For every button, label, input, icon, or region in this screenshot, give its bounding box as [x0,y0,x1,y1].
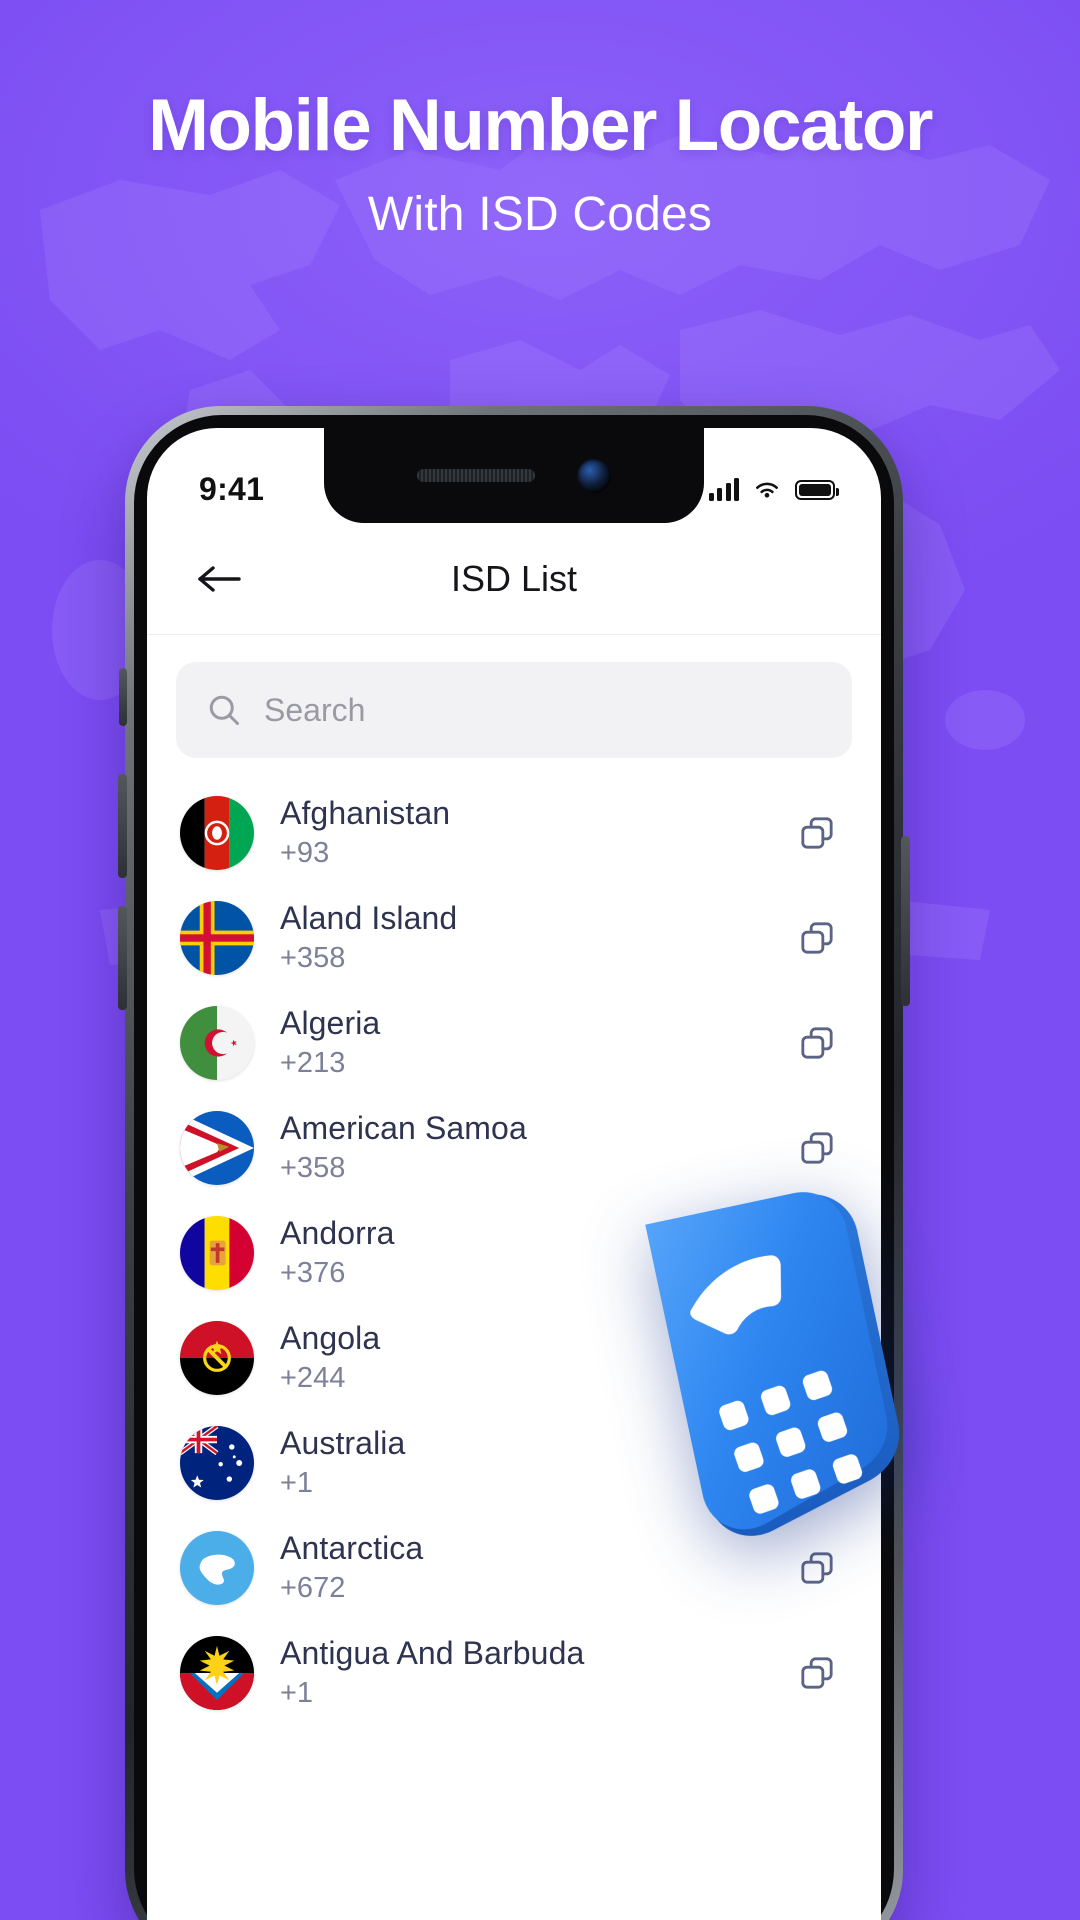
country-row-text: Aland Island +358 [280,900,795,975]
country-row-text: Australia +1 [280,1425,795,1500]
country-dial-code: +213 [280,1047,346,1079]
country-dial-code: +93 [280,837,330,869]
copy-icon [801,1026,833,1059]
country-row-text: Antigua And Barbuda +1 [280,1635,795,1710]
country-dial-code: +1 [280,1467,314,1499]
country-dial-code: +1 [280,1677,314,1709]
country-name: Aland Island [280,900,458,936]
phone-notch [324,428,704,523]
app-navigation-bar: ISD List [147,523,881,635]
copy-code-button[interactable] [795,1021,839,1065]
hero-text-block: Mobile Number Locator With ISD Codes [0,85,1080,242]
country-name: Andorra [280,1215,395,1251]
copy-icon [801,1341,833,1374]
battery-icon [795,479,839,500]
antigua-flag-icon [180,1635,254,1710]
arrow-left-icon [198,565,241,592]
australia-flag-icon [180,1425,254,1500]
phone-volume-up-button[interactable] [118,774,127,878]
country-name: American Samoa [280,1110,527,1146]
phone-volume-down-button[interactable] [118,906,127,1010]
copy-icon [801,921,833,954]
country-row-aland[interactable]: Aland Island +358 [147,885,881,990]
cellular-signal-icon [708,477,739,501]
back-button[interactable] [183,543,255,615]
algeria-flag-icon [180,1005,254,1080]
page-title: ISD List [450,557,578,599]
country-dial-code: +244 [280,1362,346,1394]
copy-code-button[interactable] [795,1231,839,1275]
afghanistan-flag-icon [180,795,254,870]
hero-title: Mobile Number Locator [148,85,933,166]
country-name: Afghanistan [280,795,451,831]
phone-mockup: 9:41 ISD List Search Afghanistan +93 Ala… [118,406,910,1920]
country-row-text: Antarctica +672 [280,1530,795,1605]
copy-icon [801,1551,833,1584]
copy-code-button[interactable] [795,1441,839,1485]
country-row-text: Andorra +376 [280,1215,795,1290]
country-row-antarctica[interactable]: Antarctica +672 [147,1515,881,1620]
copy-code-button[interactable] [795,811,839,855]
copy-icon [801,1131,833,1164]
phone-silent-switch[interactable] [119,668,127,726]
copy-code-button[interactable] [795,916,839,960]
hero-subtitle: With ISD Codes [367,187,713,241]
copy-code-button[interactable] [795,1546,839,1590]
copy-icon [801,1446,833,1479]
country-row-text: Angola +244 [280,1320,795,1395]
search-input[interactable]: Search [176,662,852,758]
andorra-flag-icon [180,1215,254,1290]
country-row-text: Afghanistan +93 [280,795,795,870]
search-icon [209,695,239,725]
antarctica-flag-icon [180,1530,254,1605]
country-name: Australia [280,1425,406,1461]
country-row-antigua[interactable]: Antigua And Barbuda +1 [147,1620,881,1725]
phone-power-button[interactable] [901,836,910,1006]
country-name: Antigua And Barbuda [280,1635,585,1671]
country-row-algeria[interactable]: Algeria +213 [147,990,881,1095]
country-row-text: American Samoa +358 [280,1110,795,1185]
country-row-afghanistan[interactable]: Afghanistan +93 [147,780,881,885]
country-row-angola[interactable]: Angola +244 [147,1305,881,1410]
copy-icon [801,816,833,849]
copy-icon [801,1236,833,1269]
phone-screen: 9:41 ISD List Search Afghanistan +93 Ala… [147,428,881,1920]
country-dial-code: +358 [280,942,346,974]
country-row-american-samoa[interactable]: American Samoa +358 [147,1095,881,1200]
copy-code-button[interactable] [795,1336,839,1380]
country-list[interactable]: Afghanistan +93 Aland Island +358 Algeri… [147,780,881,1920]
copy-icon [801,1656,833,1689]
aland-flag-icon [180,900,254,975]
wifi-icon [756,482,778,498]
country-dial-code: +358 [280,1152,346,1184]
status-icons [708,477,839,501]
country-row-australia[interactable]: Australia +1 [147,1410,881,1515]
status-time: 9:41 [199,471,265,507]
search-placeholder: Search [264,691,366,728]
country-name: Angola [280,1320,381,1356]
front-camera-icon [577,458,611,493]
copy-code-button[interactable] [795,1651,839,1695]
country-name: Algeria [280,1005,381,1041]
country-dial-code: +672 [280,1572,346,1604]
speaker-grille-icon [417,469,535,482]
country-row-text: Algeria +213 [280,1005,795,1080]
angola-flag-icon [180,1320,254,1395]
country-name: Antarctica [280,1530,424,1566]
american-samoa-flag-icon [180,1110,254,1185]
country-row-andorra[interactable]: Andorra +376 [147,1200,881,1305]
country-dial-code: +376 [280,1257,346,1289]
copy-code-button[interactable] [795,1126,839,1170]
